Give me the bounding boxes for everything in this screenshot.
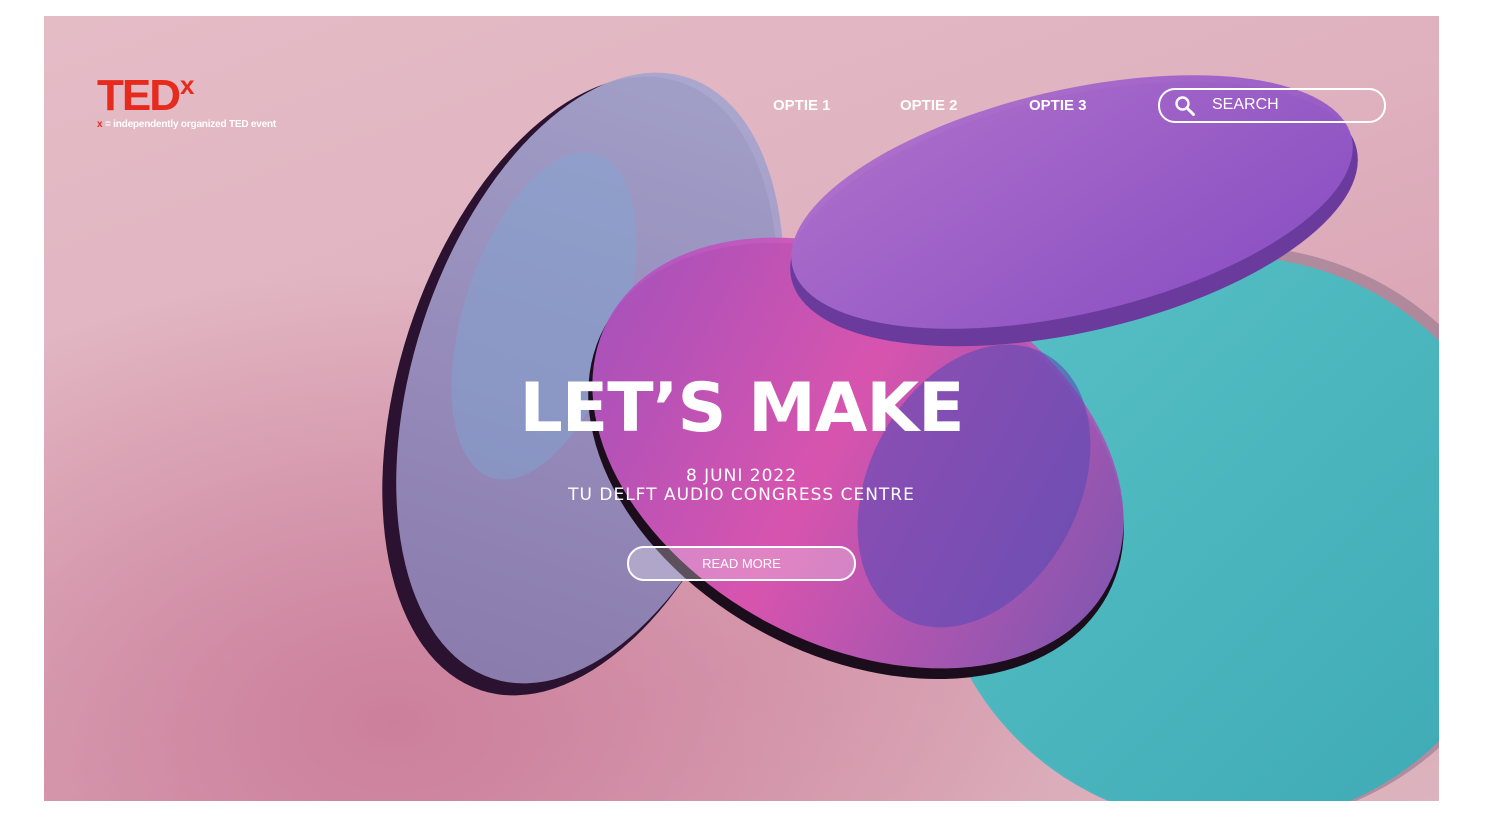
search-icon[interactable] (1174, 95, 1196, 117)
event-date: 8 JUNI 2022 (685, 466, 798, 486)
search-box[interactable] (1158, 88, 1386, 123)
read-more-button[interactable]: READ MORE (627, 546, 856, 581)
nav-item-optie-2[interactable]: OPTIE 2 (900, 97, 958, 114)
logo-superscript: x (180, 70, 195, 100)
logo-tagline: x = independently organized TED event (97, 119, 276, 130)
nav-item-optie-3[interactable]: OPTIE 3 (1029, 97, 1087, 114)
search-input[interactable] (1212, 94, 1372, 116)
event-venue: TU DELFT AUDIO CONGRESS CENTRE (568, 485, 915, 505)
hero-banner: TEDx x = independently organized TED eve… (44, 16, 1439, 801)
nav-item-optie-1[interactable]: OPTIE 1 (773, 97, 831, 114)
hero-headline: LET’S MAKE (519, 369, 964, 448)
logo-tagline-text: = independently organized TED event (102, 119, 277, 130)
